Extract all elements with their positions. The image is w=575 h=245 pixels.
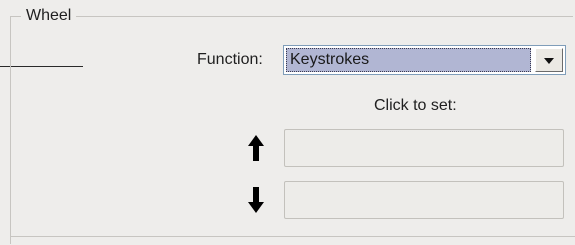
click-to-set-label: Click to set:: [374, 97, 457, 114]
groupbox-title: Wheel: [21, 7, 77, 25]
wheel-down-set-button[interactable]: [284, 181, 564, 219]
function-selected-value: Keystrokes: [286, 48, 531, 72]
function-select[interactable]: Keystrokes: [283, 45, 566, 75]
arrow-up-icon: [248, 135, 264, 161]
groupbox-divider: [10, 236, 575, 237]
chevron-down-icon[interactable]: [535, 48, 563, 72]
function-label: Function:: [197, 51, 263, 68]
arrow-down-icon: [248, 187, 264, 213]
wheel-up-set-button[interactable]: [284, 129, 564, 167]
